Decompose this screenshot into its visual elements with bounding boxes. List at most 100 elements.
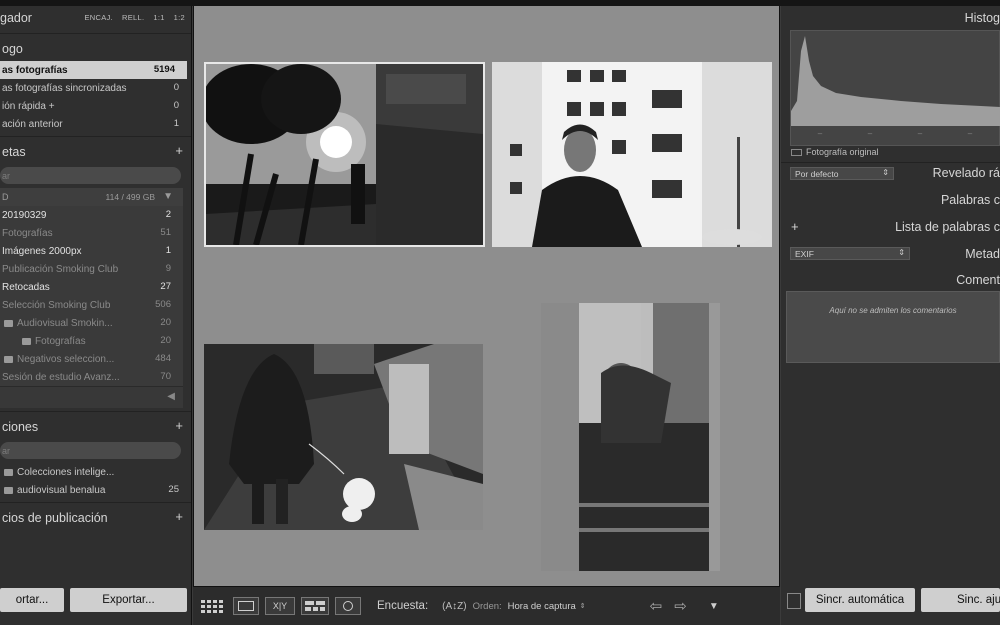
volume-bar[interactable]: D 114 / 499 GB ▼ xyxy=(0,188,183,206)
add-publish-service-icon[interactable]: + xyxy=(175,509,183,524)
volume-dropdown-icon[interactable]: ▼ xyxy=(163,191,173,202)
quick-develop-preset-value: Por defecto xyxy=(795,168,839,179)
volume-info: 114 / 499 GB xyxy=(105,192,155,202)
comments-header[interactable]: Coment xyxy=(781,268,1000,292)
import-button[interactable]: ortar... xyxy=(0,588,64,612)
collection-item-count: 25 xyxy=(168,484,179,495)
add-folder-icon[interactable]: + xyxy=(175,143,183,158)
photo-grid xyxy=(193,6,780,586)
export-button[interactable]: Exportar... xyxy=(70,588,187,612)
folders-title: etas xyxy=(2,145,26,159)
scroll-left-icon[interactable]: ◀ xyxy=(167,391,175,402)
catalog-item-previous-import[interactable]: ación anterior 1 xyxy=(0,115,191,133)
keyword-list-header[interactable]: + Lista de palabras c xyxy=(781,215,1000,239)
add-collection-icon[interactable]: + xyxy=(175,418,183,433)
catalog-header[interactable]: ogo xyxy=(0,37,191,61)
catalog-item-label: as fotografías xyxy=(2,64,68,76)
volume-label: D xyxy=(2,192,9,202)
original-photo-toggle[interactable]: Fotografía original xyxy=(791,147,879,157)
folders-scrollbar[interactable]: ◀ xyxy=(0,386,183,408)
metadata-header[interactable]: Metad xyxy=(965,242,1000,266)
catalog-item-synced[interactable]: as fotografías sincronizadas 0 xyxy=(0,79,191,97)
zoom-1-1[interactable]: 1:1 xyxy=(153,13,164,22)
collection-item[interactable]: audiovisual benalua 25 xyxy=(0,481,191,499)
publish-services-header[interactable]: cios de publicación + xyxy=(0,506,191,530)
folder-item[interactable]: Publicación Smoking Club 9 xyxy=(0,260,183,278)
select-arrows-icon: ⇕ xyxy=(898,248,905,257)
folder-item-label: Negativos seleccion... xyxy=(17,353,115,365)
navigator-header[interactable]: gador ENCAJ. RELL. 1:1 1:2 xyxy=(0,6,191,30)
divider xyxy=(0,502,191,503)
photo-thumbnail-street-sunlight[interactable] xyxy=(204,62,485,247)
loupe-frame xyxy=(238,601,254,611)
catalog-item-count: 5194 xyxy=(153,64,175,75)
next-photo-icon[interactable]: ⇨ xyxy=(674,597,687,615)
navigator-title: gador xyxy=(0,11,32,25)
collection-item[interactable]: Colecciones intelige... xyxy=(0,463,191,481)
keywording-header[interactable]: Palabras c xyxy=(781,188,1000,212)
checkbox-icon[interactable] xyxy=(791,148,802,156)
divider xyxy=(0,411,191,412)
loupe-view-icon[interactable] xyxy=(233,597,259,615)
folders-header[interactable]: etas + xyxy=(0,140,191,164)
folders-search-input[interactable]: ar xyxy=(0,167,181,184)
histogram-title: Histog xyxy=(964,11,1000,25)
survey-view-icon[interactable] xyxy=(301,597,329,615)
metadata-preset-select[interactable]: EXIF ⇕ xyxy=(790,247,910,260)
sort-dropdown-icon[interactable]: ⇕ xyxy=(580,602,586,610)
collections-header[interactable]: ciones + xyxy=(0,415,191,439)
sort-select[interactable]: Hora de captura xyxy=(508,601,576,612)
folder-item[interactable]: 20190329 2 xyxy=(0,206,183,224)
previous-photo-icon[interactable]: ⇦ xyxy=(650,597,663,615)
folder-item[interactable]: Fotografías 51 xyxy=(0,224,183,242)
folder-item-label: Imágenes 2000px xyxy=(2,245,82,257)
photo-thumbnail-man-with-dog[interactable] xyxy=(204,344,483,530)
people-view-icon[interactable] xyxy=(335,597,361,615)
toolbar-options-icon[interactable]: ▼ xyxy=(709,601,719,612)
photo-thumbnail-portrait-building[interactable] xyxy=(492,62,772,247)
divider xyxy=(0,136,191,137)
grid-view-icon[interactable] xyxy=(199,597,227,615)
zoom-fit[interactable]: ENCAJ. xyxy=(85,13,113,22)
catalog-item-label: ión rápida + xyxy=(2,100,55,112)
histogram-graph xyxy=(791,36,1000,126)
folder-item[interactable]: Negativos seleccion... 484 xyxy=(0,350,183,368)
zoom-1-2[interactable]: 1:2 xyxy=(174,13,185,22)
folder-item[interactable]: Imágenes 2000px 1 xyxy=(0,242,183,260)
folder-item-label: Fotografías xyxy=(2,227,53,239)
catalog-item-quick-collection[interactable]: ión rápida + 0 xyxy=(0,97,191,115)
folder-item[interactable]: Audiovisual Smokin... 20 xyxy=(0,314,183,332)
sync-settings-button[interactable]: Sinc. aju xyxy=(921,588,1000,612)
comments-area: Aquí no se admiten los comentarios xyxy=(786,291,1000,363)
histogram-header[interactable]: Histog xyxy=(781,6,1000,30)
photo-thumbnail-window-reflection[interactable] xyxy=(541,303,720,571)
add-keyword-icon[interactable]: + xyxy=(791,219,799,234)
catalog-title: ogo xyxy=(2,42,23,56)
quick-develop-preset-select[interactable]: Por defecto ⇕ xyxy=(790,167,894,180)
folder-item-count: 1 xyxy=(165,245,171,256)
catalog-item-label: ación anterior xyxy=(2,118,63,130)
compare-view-icon[interactable]: X|Y xyxy=(265,597,295,615)
collection-item-label: Colecciones intelige... xyxy=(17,466,115,478)
auto-sync-button[interactable]: Sincr. automática xyxy=(805,588,915,612)
survey-label: Encuesta: xyxy=(377,600,429,612)
sort-direction-icon[interactable]: (A↕Z) xyxy=(442,601,466,612)
folder-item-count: 70 xyxy=(160,371,171,382)
sync-switch-icon[interactable] xyxy=(787,593,801,609)
folder-item[interactable]: Selección Smoking Club 506 xyxy=(0,296,183,314)
collections-search-input[interactable]: ar xyxy=(0,442,181,459)
collection-icon xyxy=(4,486,13,494)
zoom-fill[interactable]: RELL. xyxy=(122,13,144,22)
folder-item[interactable]: Fotografías 20 xyxy=(0,332,183,350)
select-arrows-icon: ⇕ xyxy=(882,168,889,177)
histogram: – – – – xyxy=(790,30,1000,146)
navigator-zoom-options: ENCAJ. RELL. 1:1 1:2 xyxy=(85,13,186,22)
folder-item[interactable]: Retocadas 27 xyxy=(0,278,183,296)
folder-item-label: Retocadas xyxy=(2,281,50,293)
catalog-item-all-photos[interactable]: as fotografías 5194 xyxy=(0,61,187,79)
folder-item-count: 20 xyxy=(160,317,171,328)
folder-item[interactable]: Sesión de estudio Avanz... 70 xyxy=(0,368,183,386)
quick-develop-header[interactable]: Revelado rá xyxy=(933,161,1000,185)
divider xyxy=(0,33,191,34)
collection-set-icon xyxy=(4,468,13,476)
